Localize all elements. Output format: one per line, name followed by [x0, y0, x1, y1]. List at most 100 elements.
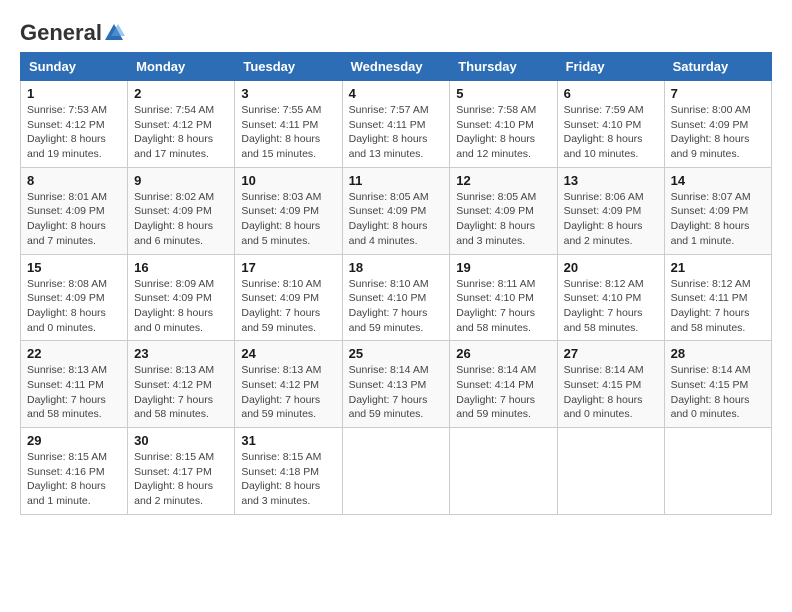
calendar-cell: 14 Sunrise: 8:07 AM Sunset: 4:09 PM Dayl…	[664, 167, 771, 254]
day-number: 21	[671, 260, 765, 275]
day-info: Sunrise: 8:03 AM Sunset: 4:09 PM Dayligh…	[241, 190, 335, 249]
calendar-cell: 11 Sunrise: 8:05 AM Sunset: 4:09 PM Dayl…	[342, 167, 450, 254]
column-header-wednesday: Wednesday	[342, 53, 450, 81]
day-info: Sunrise: 8:12 AM Sunset: 4:11 PM Dayligh…	[671, 277, 765, 336]
column-header-saturday: Saturday	[664, 53, 771, 81]
day-info: Sunrise: 7:57 AM Sunset: 4:11 PM Dayligh…	[349, 103, 444, 162]
calendar-week-1: 1 Sunrise: 7:53 AM Sunset: 4:12 PM Dayli…	[21, 81, 772, 168]
header: General	[20, 20, 772, 42]
day-info: Sunrise: 8:14 AM Sunset: 4:13 PM Dayligh…	[349, 363, 444, 422]
day-number: 30	[134, 433, 228, 448]
day-info: Sunrise: 8:13 AM Sunset: 4:12 PM Dayligh…	[241, 363, 335, 422]
calendar-cell	[664, 428, 771, 515]
day-info: Sunrise: 7:58 AM Sunset: 4:10 PM Dayligh…	[456, 103, 550, 162]
calendar-cell: 19 Sunrise: 8:11 AM Sunset: 4:10 PM Dayl…	[450, 254, 557, 341]
day-number: 7	[671, 86, 765, 101]
day-number: 15	[27, 260, 121, 275]
calendar-cell: 13 Sunrise: 8:06 AM Sunset: 4:09 PM Dayl…	[557, 167, 664, 254]
calendar-cell: 27 Sunrise: 8:14 AM Sunset: 4:15 PM Dayl…	[557, 341, 664, 428]
calendar-cell: 6 Sunrise: 7:59 AM Sunset: 4:10 PM Dayli…	[557, 81, 664, 168]
day-number: 28	[671, 346, 765, 361]
calendar-cell: 3 Sunrise: 7:55 AM Sunset: 4:11 PM Dayli…	[235, 81, 342, 168]
calendar-cell	[557, 428, 664, 515]
day-info: Sunrise: 8:01 AM Sunset: 4:09 PM Dayligh…	[27, 190, 121, 249]
calendar-cell: 10 Sunrise: 8:03 AM Sunset: 4:09 PM Dayl…	[235, 167, 342, 254]
calendar-cell: 7 Sunrise: 8:00 AM Sunset: 4:09 PM Dayli…	[664, 81, 771, 168]
calendar-cell: 23 Sunrise: 8:13 AM Sunset: 4:12 PM Dayl…	[128, 341, 235, 428]
day-number: 13	[564, 173, 658, 188]
day-number: 27	[564, 346, 658, 361]
day-number: 24	[241, 346, 335, 361]
day-info: Sunrise: 8:06 AM Sunset: 4:09 PM Dayligh…	[564, 190, 658, 249]
column-header-tuesday: Tuesday	[235, 53, 342, 81]
calendar-cell: 29 Sunrise: 8:15 AM Sunset: 4:16 PM Dayl…	[21, 428, 128, 515]
calendar-week-4: 22 Sunrise: 8:13 AM Sunset: 4:11 PM Dayl…	[21, 341, 772, 428]
day-number: 19	[456, 260, 550, 275]
calendar-cell: 31 Sunrise: 8:15 AM Sunset: 4:18 PM Dayl…	[235, 428, 342, 515]
day-info: Sunrise: 7:59 AM Sunset: 4:10 PM Dayligh…	[564, 103, 658, 162]
day-info: Sunrise: 8:08 AM Sunset: 4:09 PM Dayligh…	[27, 277, 121, 336]
calendar-cell: 17 Sunrise: 8:10 AM Sunset: 4:09 PM Dayl…	[235, 254, 342, 341]
day-info: Sunrise: 7:53 AM Sunset: 4:12 PM Dayligh…	[27, 103, 121, 162]
day-number: 3	[241, 86, 335, 101]
day-info: Sunrise: 8:15 AM Sunset: 4:18 PM Dayligh…	[241, 450, 335, 509]
day-number: 18	[349, 260, 444, 275]
calendar-cell: 2 Sunrise: 7:54 AM Sunset: 4:12 PM Dayli…	[128, 81, 235, 168]
calendar-week-2: 8 Sunrise: 8:01 AM Sunset: 4:09 PM Dayli…	[21, 167, 772, 254]
day-info: Sunrise: 8:15 AM Sunset: 4:16 PM Dayligh…	[27, 450, 121, 509]
day-info: Sunrise: 8:10 AM Sunset: 4:09 PM Dayligh…	[241, 277, 335, 336]
day-number: 29	[27, 433, 121, 448]
day-number: 22	[27, 346, 121, 361]
day-number: 5	[456, 86, 550, 101]
day-info: Sunrise: 8:14 AM Sunset: 4:14 PM Dayligh…	[456, 363, 550, 422]
calendar-cell: 4 Sunrise: 7:57 AM Sunset: 4:11 PM Dayli…	[342, 81, 450, 168]
day-number: 10	[241, 173, 335, 188]
day-number: 1	[27, 86, 121, 101]
calendar: SundayMondayTuesdayWednesdayThursdayFrid…	[20, 52, 772, 515]
calendar-cell	[342, 428, 450, 515]
day-number: 4	[349, 86, 444, 101]
day-number: 2	[134, 86, 228, 101]
calendar-cell: 5 Sunrise: 7:58 AM Sunset: 4:10 PM Dayli…	[450, 81, 557, 168]
day-info: Sunrise: 8:14 AM Sunset: 4:15 PM Dayligh…	[671, 363, 765, 422]
day-info: Sunrise: 8:11 AM Sunset: 4:10 PM Dayligh…	[456, 277, 550, 336]
calendar-cell: 24 Sunrise: 8:13 AM Sunset: 4:12 PM Dayl…	[235, 341, 342, 428]
day-number: 8	[27, 173, 121, 188]
day-number: 17	[241, 260, 335, 275]
day-number: 26	[456, 346, 550, 361]
calendar-cell: 16 Sunrise: 8:09 AM Sunset: 4:09 PM Dayl…	[128, 254, 235, 341]
calendar-cell: 8 Sunrise: 8:01 AM Sunset: 4:09 PM Dayli…	[21, 167, 128, 254]
day-info: Sunrise: 8:09 AM Sunset: 4:09 PM Dayligh…	[134, 277, 228, 336]
day-info: Sunrise: 8:00 AM Sunset: 4:09 PM Dayligh…	[671, 103, 765, 162]
calendar-cell: 15 Sunrise: 8:08 AM Sunset: 4:09 PM Dayl…	[21, 254, 128, 341]
calendar-week-5: 29 Sunrise: 8:15 AM Sunset: 4:16 PM Dayl…	[21, 428, 772, 515]
day-number: 23	[134, 346, 228, 361]
day-number: 11	[349, 173, 444, 188]
day-number: 25	[349, 346, 444, 361]
calendar-cell: 9 Sunrise: 8:02 AM Sunset: 4:09 PM Dayli…	[128, 167, 235, 254]
logo-icon	[103, 22, 125, 44]
calendar-cell: 22 Sunrise: 8:13 AM Sunset: 4:11 PM Dayl…	[21, 341, 128, 428]
day-info: Sunrise: 7:55 AM Sunset: 4:11 PM Dayligh…	[241, 103, 335, 162]
day-number: 20	[564, 260, 658, 275]
day-info: Sunrise: 8:05 AM Sunset: 4:09 PM Dayligh…	[349, 190, 444, 249]
calendar-cell: 30 Sunrise: 8:15 AM Sunset: 4:17 PM Dayl…	[128, 428, 235, 515]
day-info: Sunrise: 8:15 AM Sunset: 4:17 PM Dayligh…	[134, 450, 228, 509]
logo-general: General	[20, 20, 102, 46]
column-header-monday: Monday	[128, 53, 235, 81]
day-info: Sunrise: 8:12 AM Sunset: 4:10 PM Dayligh…	[564, 277, 658, 336]
calendar-cell: 28 Sunrise: 8:14 AM Sunset: 4:15 PM Dayl…	[664, 341, 771, 428]
day-info: Sunrise: 8:05 AM Sunset: 4:09 PM Dayligh…	[456, 190, 550, 249]
calendar-week-3: 15 Sunrise: 8:08 AM Sunset: 4:09 PM Dayl…	[21, 254, 772, 341]
day-number: 9	[134, 173, 228, 188]
day-number: 16	[134, 260, 228, 275]
calendar-cell: 25 Sunrise: 8:14 AM Sunset: 4:13 PM Dayl…	[342, 341, 450, 428]
calendar-header-row: SundayMondayTuesdayWednesdayThursdayFrid…	[21, 53, 772, 81]
day-number: 6	[564, 86, 658, 101]
day-info: Sunrise: 8:07 AM Sunset: 4:09 PM Dayligh…	[671, 190, 765, 249]
column-header-friday: Friday	[557, 53, 664, 81]
day-number: 12	[456, 173, 550, 188]
day-number: 31	[241, 433, 335, 448]
calendar-cell: 20 Sunrise: 8:12 AM Sunset: 4:10 PM Dayl…	[557, 254, 664, 341]
calendar-cell: 1 Sunrise: 7:53 AM Sunset: 4:12 PM Dayli…	[21, 81, 128, 168]
